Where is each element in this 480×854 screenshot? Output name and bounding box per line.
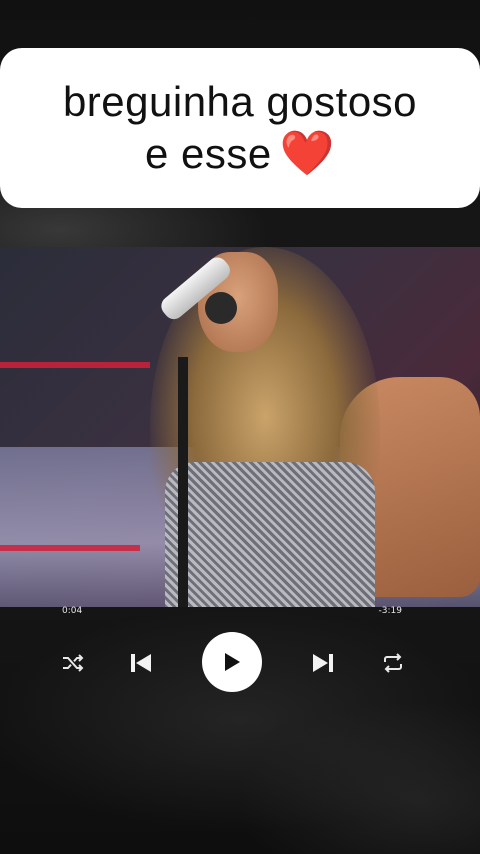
previous-button[interactable] <box>126 632 156 694</box>
stage-light-strip <box>0 362 150 368</box>
shuffle-icon <box>63 654 84 672</box>
skip-next-icon <box>313 654 333 672</box>
remaining-time: -3:19 <box>378 606 402 616</box>
stage-light-strip <box>0 545 140 551</box>
play-button[interactable] <box>202 632 262 692</box>
caption-line-2-text: e esse <box>144 130 272 177</box>
caption-line-1: breguinha gostoso <box>62 78 418 125</box>
mic-stand <box>178 357 188 607</box>
heart-emoji: ❤️ <box>279 128 336 179</box>
caption-line-2: e esse ❤️ <box>145 128 335 180</box>
play-icon <box>225 653 240 671</box>
shuffle-button[interactable] <box>58 632 88 694</box>
singer-dress <box>165 462 375 607</box>
current-time: 0:04 <box>62 606 83 616</box>
next-button[interactable] <box>308 632 338 694</box>
repeat-icon <box>384 653 402 673</box>
repeat-button[interactable] <box>378 632 408 694</box>
video-frame[interactable] <box>0 247 480 607</box>
skip-previous-icon <box>131 654 151 672</box>
caption-box: breguinha gostoso e esse ❤️ <box>0 48 480 208</box>
microphone-head <box>205 292 237 324</box>
